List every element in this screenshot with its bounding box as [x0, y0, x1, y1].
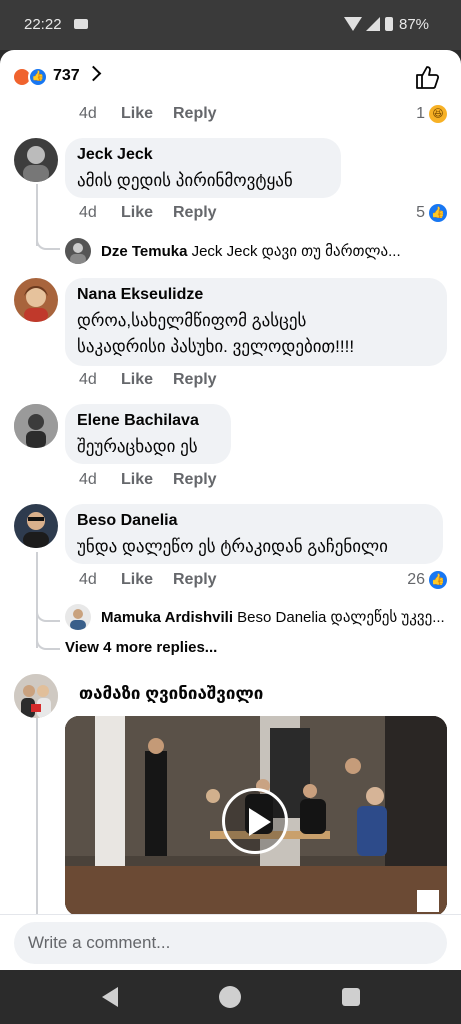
like-outline-icon[interactable] [414, 64, 440, 90]
like-button[interactable]: Like [121, 471, 153, 489]
comment-bubble[interactable]: Beso Danelia უნდა დალეწო ეს ტრაკიდან გაჩ… [65, 504, 443, 564]
comment-time: 4d [79, 105, 97, 122]
battery-percent: 87% [399, 16, 430, 33]
reply-author[interactable]: Dze Temuka [101, 243, 187, 260]
reply-button[interactable]: Reply [173, 571, 217, 589]
comment-text: შეურაცხადი ეს [77, 437, 198, 456]
comment-composer [0, 914, 461, 970]
like-button[interactable]: Like [121, 105, 153, 123]
like-button[interactable]: Like [121, 371, 153, 389]
status-time: 22:22 [24, 16, 62, 33]
view-more-replies[interactable]: View 4 more replies... [65, 639, 217, 656]
comment-actions: 4d Like Reply [79, 204, 379, 228]
reply-avatar[interactable] [65, 238, 91, 264]
reply-button[interactable]: Reply [173, 371, 217, 389]
recent-apps-icon[interactable] [342, 988, 360, 1006]
haha-reaction-icon: 😆 [429, 105, 447, 123]
comment-text: უნდა დალეწო ეს ტრაკიდან გაჩენილი [77, 537, 388, 556]
comment-author[interactable]: თამაზი ღვინიაშვილი [79, 684, 263, 704]
avatar[interactable] [14, 278, 58, 322]
comment-actions: 4d Like Reply [79, 105, 449, 129]
play-icon [249, 808, 271, 836]
chevron-right-icon [85, 65, 102, 82]
channel-logo-icon [417, 890, 439, 912]
reply-author[interactable]: Mamuka Ardishvili [101, 609, 233, 626]
like-reaction-icon: 👍 [429, 571, 447, 589]
comment-reactions[interactable]: 5 👍 [416, 204, 447, 222]
comment-author[interactable]: Beso Danelia [77, 512, 431, 530]
comments-sheet: 👍 737 4d Like Reply 1 😆 Jeck Jeck ამის დ… [0, 50, 461, 970]
thread-connector [36, 230, 60, 250]
reply-avatar[interactable] [65, 604, 91, 630]
home-icon[interactable] [219, 986, 241, 1008]
reaction-count: 737 [53, 67, 80, 84]
avatar[interactable] [14, 674, 58, 718]
like-button[interactable]: Like [121, 571, 153, 589]
like-button[interactable]: Like [121, 204, 153, 222]
like-reaction-icon: 👍 [28, 67, 48, 87]
system-nav-bar [0, 970, 461, 1024]
status-bar: 22:22 87% [0, 0, 461, 50]
reaction-icons: 👍 [12, 67, 52, 87]
comment-actions: 4d Like Reply [79, 471, 379, 495]
comment-author[interactable]: Elene Bachilava [77, 412, 219, 430]
comment-reactions[interactable]: 1 😆 [416, 105, 447, 123]
avatar[interactable] [14, 404, 58, 448]
reaction-count: 1 [416, 105, 425, 122]
comment-bubble[interactable]: Elene Bachilava შეურაცხადი ეს [65, 404, 231, 464]
comment-time: 4d [79, 204, 97, 221]
like-reaction-icon: 👍 [429, 204, 447, 222]
comment-author[interactable]: Jeck Jeck [77, 146, 329, 164]
avatar[interactable] [14, 138, 58, 182]
battery-icon [385, 17, 393, 31]
avatar[interactable] [14, 504, 58, 548]
reaction-count: 5 [416, 204, 425, 221]
thread-connector [36, 602, 60, 622]
wifi-icon [344, 17, 362, 31]
reactions-header[interactable]: 👍 737 [0, 50, 461, 104]
reply-text: Jeck Jeck დავი თუ მართლა... [191, 243, 401, 260]
comment-input[interactable] [14, 922, 447, 964]
comment-actions: 4d Like Reply [79, 571, 379, 595]
reply-preview[interactable]: Mamuka Ardishvili Beso Danelia დალეწეს უ… [101, 608, 451, 626]
comment-reactions[interactable]: 26 👍 [407, 571, 447, 589]
comment-actions: 4d Like Reply [79, 371, 379, 395]
comment-text: ამის დედის პირინმოვტყან [77, 171, 293, 190]
play-button[interactable] [222, 788, 288, 854]
reply-button[interactable]: Reply [173, 204, 217, 222]
reply-button[interactable]: Reply [173, 471, 217, 489]
signal-icon [366, 17, 380, 31]
comment-author[interactable]: Nana Ekseulidze [77, 286, 435, 304]
back-icon[interactable] [102, 987, 118, 1007]
comment-bubble[interactable]: Jeck Jeck ამის დედის პირინმოვტყან [65, 138, 341, 198]
thread-line [36, 718, 38, 918]
comment-time: 4d [79, 571, 97, 588]
reply-preview[interactable]: Dze Temuka Jeck Jeck დავი თუ მართლა... [101, 242, 451, 260]
reply-text: Beso Danelia დალეწეს უკვე... [237, 609, 445, 626]
comment-text-line-1: დროა,სახელმწიფომ გასცეს [77, 311, 307, 330]
message-icon [74, 19, 88, 29]
comment-text-line-2: საკადრისი პასუხი. ველოდებით!!!! [77, 337, 355, 356]
reply-button[interactable]: Reply [173, 105, 217, 123]
thread-connector [36, 634, 60, 650]
comment-time: 4d [79, 471, 97, 488]
reaction-count: 26 [407, 571, 425, 588]
comment-video[interactable] [65, 716, 447, 916]
comment-time: 4d [79, 371, 97, 388]
comment-bubble[interactable]: Nana Ekseulidze დროა,სახელმწიფომ გასცეს … [65, 278, 447, 366]
